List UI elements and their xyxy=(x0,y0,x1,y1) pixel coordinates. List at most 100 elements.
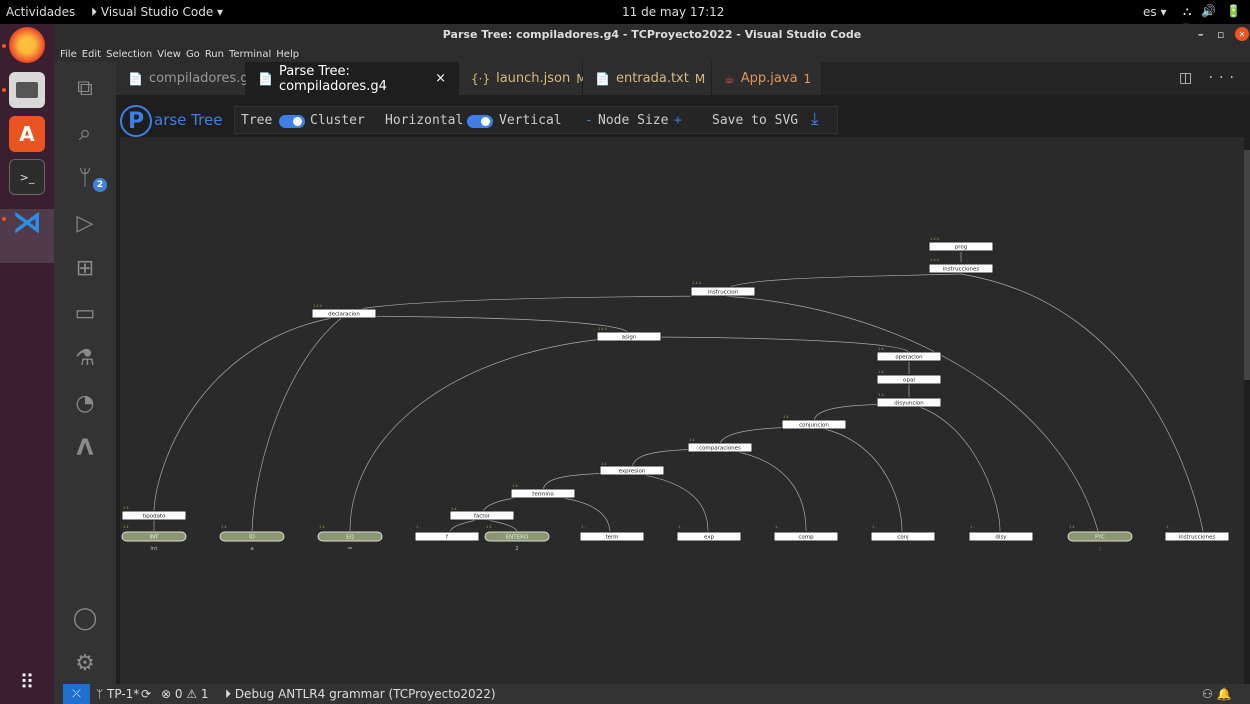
node-tipodato[interactable]: tipodato xyxy=(121,510,187,521)
menu-file[interactable]: File xyxy=(60,49,77,60)
vertical-scrollbar[interactable] xyxy=(1244,150,1250,380)
remote-indicator-icon[interactable]: ⤫ xyxy=(63,684,90,704)
node-opal[interactable]: opal xyxy=(876,374,942,385)
leaf-disy[interactable]: disy xyxy=(968,531,1034,542)
timeline-icon[interactable]: ◔ xyxy=(69,387,101,419)
node-asign[interactable]: asign xyxy=(596,331,662,342)
running-indicator xyxy=(2,217,6,221)
tab-entrada-txt[interactable]: 📄 entrada.txt M xyxy=(583,62,712,95)
node-operacion[interactable]: operacion xyxy=(876,351,942,362)
antlr-p-logo: P xyxy=(120,105,152,137)
node-label: opal xyxy=(903,378,915,384)
node-conjuncion[interactable]: conjuncion xyxy=(781,419,847,430)
explorer-icon[interactable]: ⧉ xyxy=(69,72,101,104)
token-text: 2 xyxy=(515,546,519,552)
node-termino[interactable]: termino xyxy=(510,488,576,499)
extensions-icon[interactable]: ⊞ xyxy=(69,252,101,284)
debug-launch[interactable]: ⏵ Debug ANTLR4 grammar (TCProyecto2022) xyxy=(225,687,496,702)
running-indicator xyxy=(2,44,6,48)
leaf-label: PYC xyxy=(1095,535,1105,541)
leaf-instrucciones[interactable]: instrucciones xyxy=(1164,531,1230,542)
token-text: int xyxy=(150,546,158,552)
tree-cluster-toggle[interactable] xyxy=(279,115,305,128)
index-label: 1 4 xyxy=(221,525,227,529)
maximize-button[interactable]: ▫ xyxy=(1217,28,1224,41)
save-svg-button[interactable]: Save to SVG xyxy=(712,113,798,128)
node-declaracion[interactable]: declaracion xyxy=(311,308,377,319)
window-title: Parse Tree: compiladores.g4 - TCProyecto… xyxy=(442,28,862,41)
index-label: 1 - xyxy=(775,525,780,529)
terminal-icon[interactable]: >_ xyxy=(9,159,45,195)
node-label: comparaciones xyxy=(699,446,741,452)
sync-icon[interactable]: ⟳ xyxy=(141,687,151,701)
tab-launch-json[interactable]: {·} launch.json M xyxy=(459,62,587,95)
minimize-button[interactable]: – xyxy=(1198,28,1204,41)
node-size-label: Node Size xyxy=(598,113,669,128)
antlr-icon[interactable]: Λ xyxy=(69,432,101,464)
leaf-term[interactable]: term xyxy=(579,531,645,542)
tab-label: compiladores.g4 xyxy=(148,71,257,86)
vscode-icon[interactable]: ⋊ xyxy=(9,204,45,240)
editor-actions[interactable]: ◫ ··· xyxy=(1179,70,1240,86)
node-comparaciones[interactable]: comparaciones xyxy=(687,442,753,453)
app-menu[interactable]: ⏵ Visual Studio Code ▾ xyxy=(91,5,223,20)
menu-go[interactable]: Go xyxy=(186,49,200,60)
node-instrucciones[interactable]: instrucciones xyxy=(928,263,994,274)
account-icon[interactable]: ◯ xyxy=(69,602,101,634)
menu-edit[interactable]: Edit xyxy=(82,49,101,60)
node-instruccion[interactable]: instruccion xyxy=(690,286,756,297)
settings-gear-icon[interactable]: ⚙ xyxy=(69,647,101,679)
leaf-entero[interactable]: ENTERO 2 xyxy=(484,531,550,552)
parse-tree-canvas: 1 4 4 1 4 4 1 4 4 1 4 4 1 4 4 1 4 1 4 1 … xyxy=(120,137,1244,684)
menu-help[interactable]: Help xyxy=(276,49,299,60)
leaf-id[interactable]: ID a xyxy=(219,531,285,552)
leaf-exp[interactable]: exp xyxy=(676,531,742,542)
node-size-decrease-button[interactable]: - xyxy=(585,113,593,128)
show-apps-icon[interactable]: ⠿ xyxy=(9,664,45,700)
leaf-pyc[interactable]: PYC ; xyxy=(1067,531,1133,552)
source-control-icon[interactable]: ᛘ2 xyxy=(69,162,107,194)
node-expresion[interactable]: expresion xyxy=(599,465,665,476)
index-label: 1 4 xyxy=(783,415,789,419)
menu-terminal[interactable]: Terminal xyxy=(229,49,271,60)
tab-compiladores[interactable]: 📄 compiladores.g4 xyxy=(116,62,257,95)
index-label: 1 4 4 xyxy=(692,281,702,285)
download-icon[interactable]: ⤓ xyxy=(811,109,819,129)
close-tab-icon[interactable]: × xyxy=(435,71,446,86)
language-selector[interactable]: es ▾ xyxy=(1143,5,1166,19)
node-factor[interactable]: factor xyxy=(449,510,515,521)
software-center-icon[interactable]: A xyxy=(9,116,45,152)
search-icon[interactable]: ⌕ xyxy=(69,117,101,149)
orientation-toggle[interactable] xyxy=(467,115,493,128)
node-disyuncion[interactable]: disyuncion xyxy=(876,397,942,408)
close-button[interactable]: ✕ xyxy=(1235,27,1249,41)
tab-parse-tree[interactable]: 📄 Parse Tree: compiladores.g4 × xyxy=(246,62,459,95)
node-size-increase-button[interactable]: + xyxy=(674,113,682,128)
problems-indicator[interactable]: ⊗ 0 ⚠ 1 xyxy=(161,687,209,701)
feedback-notifications-icons[interactable]: ⚇ 🔔 xyxy=(1202,687,1232,701)
firefox-icon[interactable] xyxy=(9,27,45,63)
leaf-int[interactable]: INT int xyxy=(121,531,187,552)
menu-selection[interactable]: Selection xyxy=(106,49,152,60)
git-branch[interactable]: ᛘ TP-1* xyxy=(96,687,139,701)
leaf-label: term xyxy=(605,535,618,541)
index-label: 1 4 4 xyxy=(930,258,940,262)
files-icon[interactable] xyxy=(9,72,45,108)
tab-label: entrada.txt xyxy=(615,71,689,86)
leaf-eq[interactable]: EQ = xyxy=(317,531,383,552)
clock[interactable]: 11 de may 17:12 xyxy=(622,5,724,19)
run-debug-icon[interactable]: ▷ xyxy=(69,207,101,239)
leaf-conj[interactable]: conj xyxy=(870,531,936,542)
menu-view[interactable]: View xyxy=(157,49,181,60)
menu-run[interactable]: Run xyxy=(205,49,224,60)
tree-label: Tree xyxy=(241,113,273,128)
leaf-comp[interactable]: comp xyxy=(773,531,839,542)
remote-explorer-icon[interactable]: ▭ xyxy=(69,297,101,329)
activities-button[interactable]: Actividades xyxy=(6,5,75,19)
node-prog[interactable]: prog xyxy=(928,241,994,252)
index-label: 1 4 xyxy=(1069,525,1075,529)
node-label: conjuncion xyxy=(799,423,829,429)
leaf-f[interactable]: f xyxy=(414,531,480,542)
tab-app-java[interactable]: ☕ App.java 1 xyxy=(712,62,822,95)
testing-icon[interactable]: ⚗ xyxy=(69,342,101,374)
